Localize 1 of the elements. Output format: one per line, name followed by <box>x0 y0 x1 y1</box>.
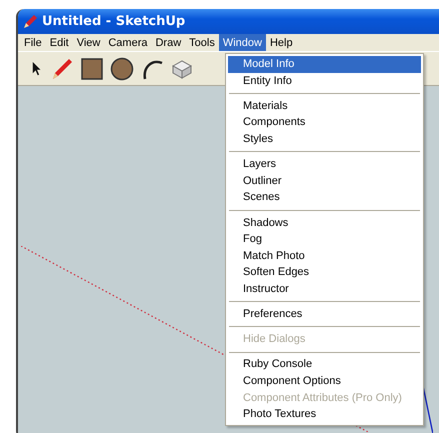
window-title: Untitled - SketchUp <box>42 14 186 29</box>
